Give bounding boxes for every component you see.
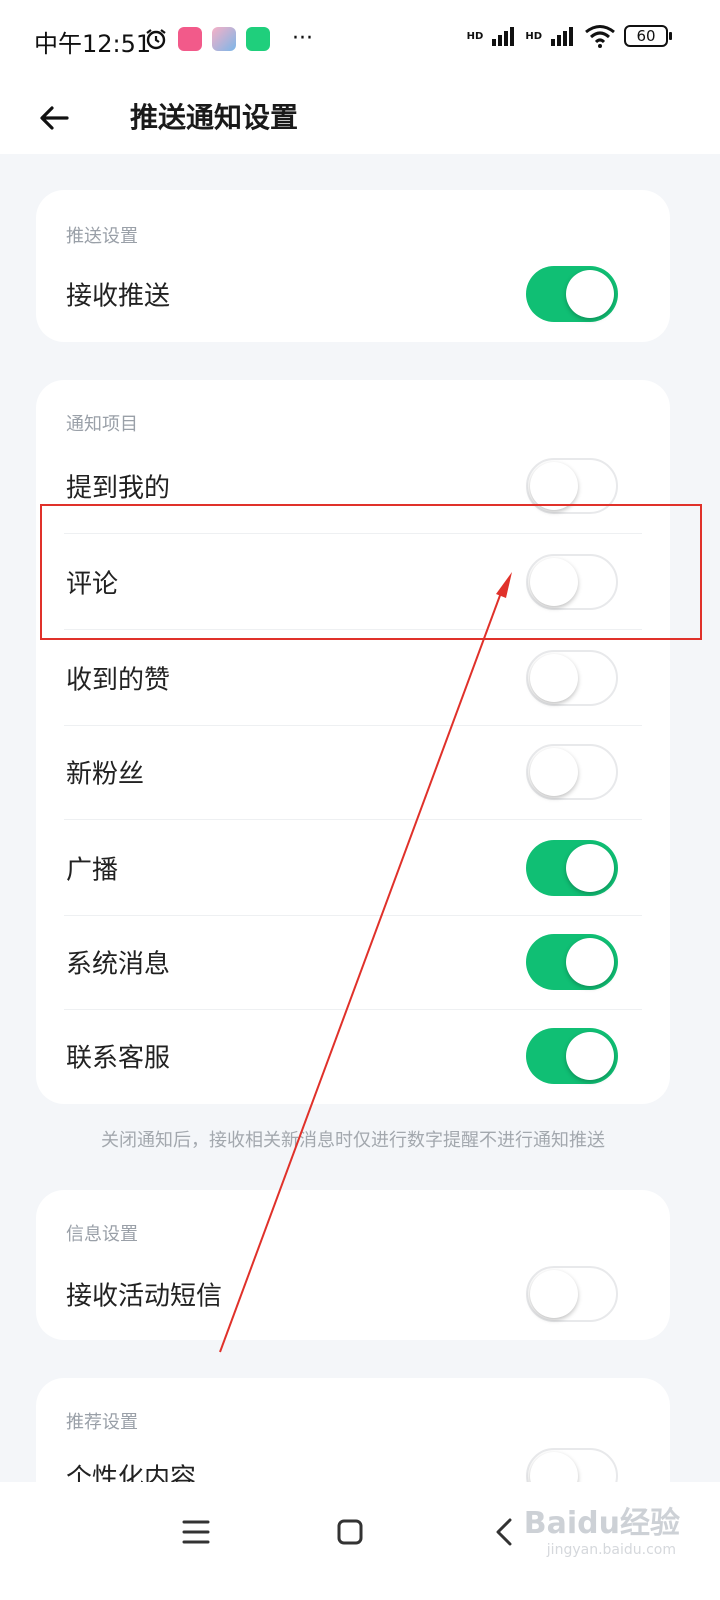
settings-row-likes: 收到的赞: [36, 630, 670, 726]
settings-row-broadcast: 广播: [36, 820, 670, 916]
battery-icon: 60: [624, 25, 672, 47]
status-time: 中午12:51: [34, 30, 152, 58]
row-label: 新粉丝: [66, 759, 145, 790]
settings-row-customer-service: 联系客服: [36, 1008, 670, 1104]
settings-row-activity-sms: 接收活动短信: [36, 1246, 670, 1342]
broadcast-toggle[interactable]: [526, 840, 618, 896]
app-header: 推送通知设置: [0, 82, 720, 154]
watermark-logo: Baidu经验: [523, 1506, 680, 1541]
signal-icon: [492, 27, 515, 46]
status-bar: 中午12:51 ··· HD HD 60: [0, 0, 720, 82]
signal-hd-label: HD: [525, 30, 542, 42]
back-button[interactable]: [30, 94, 78, 142]
toggle-knob: [566, 938, 614, 986]
system-nav-bar: Baidu经验 jingyan.baidu.com: [0, 1482, 720, 1600]
back-arrow-icon: [40, 106, 69, 130]
wifi-icon: [585, 25, 615, 48]
settings-row-system-messages: 系统消息: [36, 914, 670, 1010]
menu-button[interactable]: [166, 1502, 226, 1562]
menu-icon: [182, 1520, 210, 1544]
row-label: 提到我的: [66, 473, 171, 504]
row-label: 系统消息: [66, 949, 171, 980]
toggle-knob: [566, 270, 614, 318]
toggle-knob: [566, 844, 614, 892]
page-title: 推送通知设置: [130, 101, 299, 134]
section-title: 通知项目: [66, 414, 138, 435]
notification-hint: 关闭通知后，接收相关新消息时仅进行数字提醒不进行通知推送: [101, 1130, 605, 1151]
row-label: 广播: [66, 855, 119, 886]
toggle-knob: [530, 748, 578, 796]
likes-toggle[interactable]: [526, 650, 618, 706]
row-label: 接收活动短信: [66, 1281, 223, 1312]
activity-sms-toggle[interactable]: [526, 1266, 618, 1322]
signal-icon: [551, 27, 573, 46]
chat-notification-icon: [246, 26, 270, 51]
home-button[interactable]: [320, 1502, 380, 1562]
chevron-left-icon: [496, 1518, 512, 1546]
row-label: 接收推送: [66, 281, 171, 312]
section-title: 信息设置: [66, 1224, 138, 1245]
watermark-url: jingyan.baidu.com: [546, 1542, 676, 1558]
row-label: 联系客服: [66, 1043, 171, 1074]
home-icon: [337, 1519, 363, 1545]
settings-row-new-followers: 新粉丝: [36, 724, 670, 820]
row-label: 收到的赞: [66, 665, 171, 696]
signal-hd-label: HD: [466, 30, 484, 42]
alarm-icon: [146, 28, 166, 49]
system-messages-toggle[interactable]: [526, 934, 618, 990]
settings-row-receive-push: 接收推送: [36, 246, 670, 342]
toggle-knob: [566, 1032, 614, 1080]
push-settings-card: 推送设置 接收推送: [36, 190, 670, 342]
receive-push-toggle[interactable]: [526, 266, 618, 322]
info-settings-card: 信息设置 接收活动短信: [36, 1190, 670, 1340]
section-title: 推送设置: [66, 226, 138, 247]
game-notification-icon: [212, 26, 236, 51]
new-followers-toggle[interactable]: [526, 744, 618, 800]
customer-service-toggle[interactable]: [526, 1028, 618, 1084]
notification-icons: ···: [144, 26, 313, 51]
app-notification-icon: [178, 26, 202, 51]
toggle-knob: [530, 462, 578, 510]
more-notifications-icon: ···: [292, 26, 313, 51]
status-right: HD HD 60: [466, 24, 672, 48]
highlight-box: [40, 504, 702, 640]
notification-items-card: 通知项目 提到我的 评论 收到的赞 新粉丝 广播 系统消息 联系客服: [36, 380, 670, 1104]
toggle-knob: [530, 654, 578, 702]
toggle-knob: [530, 1270, 578, 1318]
